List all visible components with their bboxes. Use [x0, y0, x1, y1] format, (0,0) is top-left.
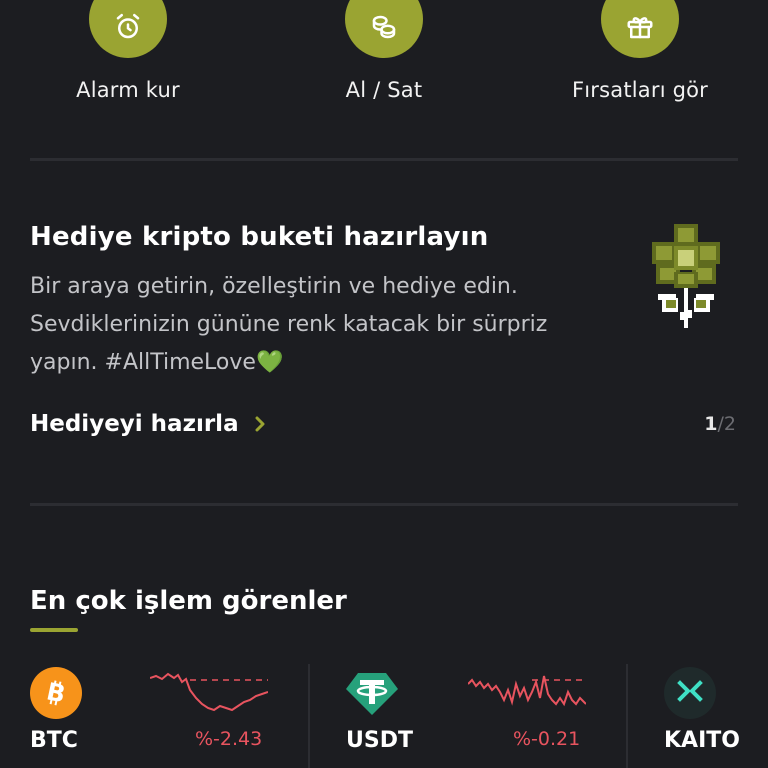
gift-icon [627, 17, 653, 39]
set-alarm-button[interactable]: Alarm kur [28, 0, 228, 102]
column-separator [626, 664, 628, 768]
price-change: %-0.21 [513, 728, 581, 750]
chevron-right-icon [255, 416, 265, 432]
usdt-sparkline [468, 675, 586, 707]
coin-symbol: KAITO [664, 728, 740, 753]
promo-description: Bir araya getirin, özelleştirin ve hediy… [30, 268, 610, 382]
pixel-flower-icon [652, 224, 720, 328]
divider [30, 158, 738, 161]
prepare-gift-label: Hediyeyi hazırla [30, 411, 239, 437]
kaito-glyph [677, 680, 703, 702]
see-opportunities-button[interactable]: Fırsatları gör [540, 0, 740, 102]
alarm-clock-icon [116, 13, 140, 39]
bitcoin-icon: B [30, 667, 82, 719]
pager-total: 2 [723, 413, 736, 435]
pager-current: 1 [704, 413, 718, 435]
buy-sell-button[interactable]: Al / Sat [284, 0, 484, 102]
bitcoin-glyph: B [44, 678, 68, 708]
buy-sell-label: Al / Sat [345, 78, 423, 102]
coins-icon [372, 15, 396, 39]
prepare-gift-link[interactable]: Hediyeyi hazırla [30, 411, 267, 437]
quick-actions: Alarm kur Al / Sat Fırsatları gör [0, 0, 768, 110]
coin-symbol: BTC [30, 728, 78, 753]
see-opportunities-label: Fırsatları gör [571, 78, 709, 102]
see-opportunities-circle[interactable] [601, 0, 679, 58]
tether-glyph [346, 673, 398, 715]
column-separator [308, 664, 310, 768]
promo-title: Hediye kripto buketi hazırlayın [30, 222, 489, 252]
green-heart-emoji: 💚 [255, 350, 284, 375]
btc-sparkline [150, 672, 268, 712]
set-alarm-label: Alarm kur [76, 78, 180, 102]
section-underline [30, 628, 78, 632]
price-change: %-2.43 [195, 728, 263, 750]
promo-description-text: Bir araya getirin, özelleştirin ve hediy… [30, 274, 548, 375]
divider [30, 503, 738, 506]
coin-symbol: USDT [346, 728, 413, 753]
carousel-pager: 1/2 [704, 413, 736, 435]
top-traded-title: En çok işlem görenler [30, 586, 347, 616]
set-alarm-circle[interactable] [89, 0, 167, 58]
tether-icon [346, 667, 398, 719]
kaito-icon [664, 667, 716, 719]
buy-sell-circle[interactable] [345, 0, 423, 58]
